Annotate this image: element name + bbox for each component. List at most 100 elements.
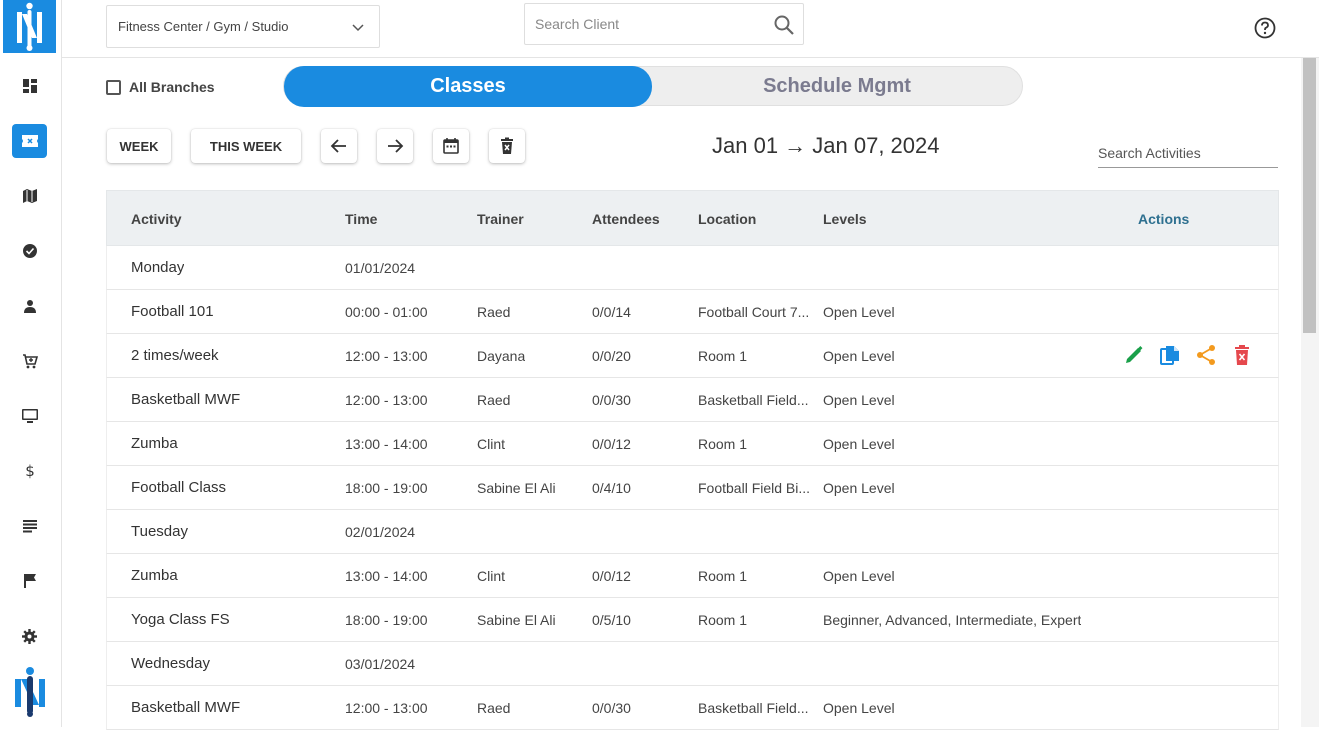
date-range: Jan 01 → Jan 07, 2024 (712, 133, 940, 158)
cart-icon (22, 353, 38, 369)
cell-location: Basketball Field... (698, 700, 809, 716)
next-week-button[interactable] (377, 129, 413, 163)
delete-icon[interactable] (1231, 344, 1253, 366)
cell-levels: Open Level (823, 568, 895, 584)
cell-attendees: 0/0/12 (592, 436, 631, 452)
cell-time: 13:00 - 14:00 (345, 568, 428, 584)
calendar-button[interactable] (433, 129, 469, 163)
sidebar-item-flag[interactable] (12, 564, 47, 598)
header-attendees[interactable]: Attendees (592, 211, 660, 227)
this-week-button[interactable]: THIS WEEK (191, 129, 301, 163)
cell-levels: Open Level (823, 348, 895, 364)
cell-time: 13:00 - 14:00 (345, 436, 428, 452)
search-icon[interactable] (773, 14, 795, 36)
cell-attendees: 0/0/30 (592, 700, 631, 716)
cell-time: 02/01/2024 (345, 524, 416, 540)
cell-trainer: Clint (477, 568, 506, 584)
cell-trainer: Sabine El Ali (477, 612, 556, 628)
header-trainer[interactable]: Trainer (477, 211, 524, 227)
cell-levels: Beginner, Advanced, Intermediate, Expert (823, 612, 1082, 628)
sidebar: $ (0, 0, 62, 727)
list-icon (22, 519, 37, 533)
table-row[interactable]: 2 times/week 12:00 - 13:00 Dayana 0/0/20 Roo… (106, 334, 1279, 378)
row-actions (1123, 344, 1253, 366)
copy-icon[interactable] (1159, 344, 1181, 366)
sidebar-item-monitor[interactable] (12, 399, 47, 433)
cell-levels: Open Level (823, 304, 895, 320)
sidebar-item-list[interactable] (12, 509, 47, 543)
share-icon[interactable] (1195, 344, 1217, 366)
cell-time: 03/01/2024 (345, 656, 416, 672)
svg-text:$: $ (25, 463, 35, 479)
sidebar-item-person[interactable] (12, 289, 47, 323)
cell-trainer: Raed (477, 700, 511, 716)
classes-table: Activity Time Trainer Attendees Location… (106, 190, 1279, 730)
search-client-input[interactable]: Search Client (524, 3, 804, 45)
edit-icon[interactable] (1123, 344, 1145, 366)
table-row[interactable]: Monday 01/01/2024 (106, 246, 1279, 290)
map-icon (22, 189, 37, 203)
help-icon[interactable] (1254, 17, 1276, 44)
branch-select[interactable]: Fitness Center / Gym / Studio (106, 5, 380, 48)
scrollbar-thumb[interactable] (1303, 58, 1316, 333)
sidebar-item-dollar[interactable]: $ (12, 454, 47, 488)
prev-week-button[interactable] (321, 129, 357, 163)
sidebar-item-ticket[interactable] (12, 124, 47, 158)
cell-activity: 2 times/week (131, 347, 219, 364)
chevron-down-icon (352, 24, 364, 32)
table-row[interactable]: Basketball MWF 12:00 - 13:00 Raed 0/0/30 Bas… (106, 686, 1279, 730)
cell-time: 12:00 - 13:00 (345, 700, 428, 716)
cell-attendees: 0/0/20 (592, 348, 631, 364)
header-location[interactable]: Location (698, 211, 756, 227)
cell-activity: Zumba (131, 567, 178, 584)
cell-levels: Open Level (823, 700, 895, 716)
cell-activity: Basketball MWF (131, 699, 241, 716)
sidebar-item-map[interactable] (12, 179, 47, 213)
cell-activity: Football Class (131, 479, 227, 496)
table-row[interactable]: Yoga Class FS 18:00 - 19:00 Sabine El Ali 0… (106, 598, 1279, 642)
cell-location: Football Field Bi... (698, 480, 811, 496)
scrollbar[interactable] (1301, 58, 1319, 727)
table-row[interactable]: Basketball MWF 12:00 - 13:00 Raed 0/0/30 Bas… (106, 378, 1279, 422)
branch-select-value: Fitness Center / Gym / Studio (118, 19, 289, 34)
search-activities-input[interactable]: Search Activities (1098, 145, 1278, 168)
table-row[interactable]: Tuesday 02/01/2024 (106, 510, 1279, 554)
cell-location: Room 1 (698, 348, 748, 364)
checkbox-box[interactable] (106, 79, 121, 95)
cell-attendees: 0/0/30 (592, 392, 631, 408)
tab-schedule-mgmt[interactable]: Schedule Mgmt (652, 67, 1022, 105)
cell-attendees: 0/5/10 (592, 612, 631, 628)
table-row[interactable]: Zumba 13:00 - 14:00 Clint 0/0/12 Room 1 Open … (106, 422, 1279, 466)
ticket-icon (21, 134, 39, 148)
cell-activity: Yoga Class FS (131, 611, 230, 628)
header-levels[interactable]: Levels (823, 211, 867, 227)
cell-activity: Wednesday (131, 655, 210, 672)
table-row[interactable]: Wednesday 03/01/2024 (106, 642, 1279, 686)
header-time[interactable]: Time (345, 211, 377, 227)
sidebar-item-dashboard[interactable] (12, 69, 47, 103)
cell-levels: Open Level (823, 392, 895, 408)
cell-location: Room 1 (698, 612, 748, 628)
all-branches-checkbox[interactable]: All Branches (106, 79, 215, 95)
app-logo[interactable] (3, 0, 56, 53)
cell-location: Room 1 (698, 568, 748, 584)
table-row[interactable]: Football Class 18:00 - 19:00 Sabine El Ali… (106, 466, 1279, 510)
week-button[interactable]: WEEK (107, 129, 171, 163)
table-row[interactable]: Zumba 13:00 - 14:00 Clint 0/0/12 Room 1 Open … (106, 554, 1279, 598)
sidebar-item-cart[interactable] (12, 344, 47, 378)
cell-trainer: Raed (477, 392, 511, 408)
header-activity[interactable]: Activity (131, 211, 182, 227)
tab-classes[interactable]: Classes (284, 66, 652, 107)
cell-trainer: Dayana (477, 348, 526, 364)
table-row[interactable]: Football 101 00:00 - 01:00 Raed 0/0/14 Footb… (106, 290, 1279, 334)
cell-location: Basketball Field... (698, 392, 809, 408)
cell-time: 18:00 - 19:00 (345, 612, 428, 628)
cell-time: 01/01/2024 (345, 260, 416, 276)
sidebar-item-check-circle[interactable] (12, 234, 47, 268)
delete-week-button[interactable] (489, 129, 525, 163)
person-icon (23, 299, 37, 313)
cell-attendees: 0/0/14 (592, 304, 631, 320)
cell-trainer: Clint (477, 436, 506, 452)
check-circle-icon (22, 244, 37, 258)
sidebar-item-gear[interactable] (12, 619, 47, 653)
